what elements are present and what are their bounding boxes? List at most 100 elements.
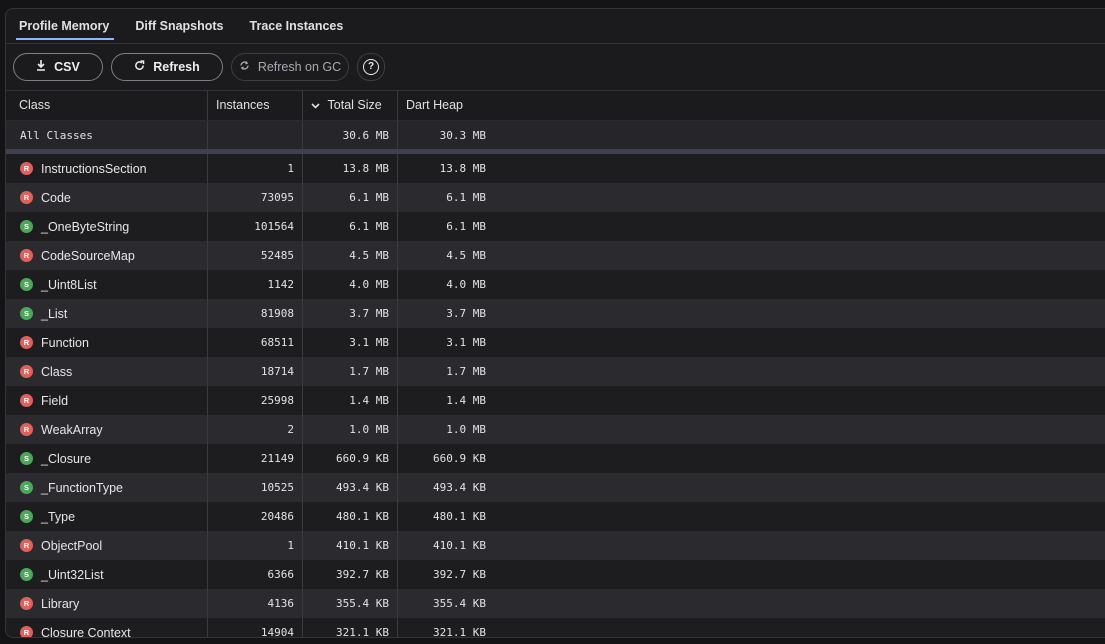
total-size-cell: 355.4 KB	[303, 589, 398, 618]
table-row[interactable]: R Code 73095 6.1 MB 6.1 MB	[6, 183, 1105, 212]
table-row[interactable]: S _OneByteString 101564 6.1 MB 6.1 MB	[6, 212, 1105, 241]
dart-heap-cell: 480.1 KB	[433, 510, 486, 523]
class-type-badge-icon: R	[20, 249, 33, 262]
class-type-badge-icon: R	[20, 191, 33, 204]
dart-heap-cell: 3.1 MB	[446, 336, 486, 349]
dart-heap-cell: 1.7 MB	[446, 365, 486, 378]
class-type-badge-icon: S	[20, 452, 33, 465]
class-type-badge-icon: S	[20, 307, 33, 320]
refresh-on-gc-label: Refresh on GC	[257, 60, 342, 74]
instances-cell: 20486	[208, 502, 303, 531]
instances-cell: 101564	[208, 212, 303, 241]
csv-button[interactable]: CSV	[13, 53, 103, 81]
class-cell: S _OneByteString	[6, 212, 208, 241]
table-row[interactable]: R Library 4136 355.4 KB 355.4 KB	[6, 589, 1105, 618]
csv-label: CSV	[54, 60, 80, 74]
class-cell: S _Uint32List	[6, 560, 208, 589]
tab-trace-instances[interactable]: Trace Instances	[237, 9, 357, 43]
refresh-button[interactable]: Refresh	[111, 53, 223, 81]
class-type-badge-icon: R	[20, 539, 33, 552]
help-icon: ?	[363, 59, 379, 75]
table-row[interactable]: R WeakArray 2 1.0 MB 1.0 MB	[6, 415, 1105, 444]
total-size-cell: 4.0 MB	[303, 270, 398, 299]
total-size-cell: 3.7 MB	[303, 299, 398, 328]
total-size-cell: 6.1 MB	[303, 212, 398, 241]
dart-heap-cell: 660.9 KB	[433, 452, 486, 465]
table-row[interactable]: R Function 68511 3.1 MB 3.1 MB	[6, 328, 1105, 357]
class-type-badge-icon: S	[20, 481, 33, 494]
class-rows: R InstructionsSection 1 13.8 MB 13.8 MB R Code…	[6, 154, 1105, 638]
dart-heap-cell: 3.7 MB	[446, 307, 486, 320]
refresh-on-gc-button[interactable]: Refresh on GC	[231, 53, 349, 81]
all-classes-row[interactable]: All Classes 30.6 MB 30.3 MB	[6, 121, 1105, 149]
dart-heap-cell: 6.1 MB	[446, 220, 486, 233]
table-row[interactable]: R InstructionsSection 1 13.8 MB 13.8 MB	[6, 154, 1105, 183]
instances-cell: 4136	[208, 589, 303, 618]
header-total-size[interactable]: Total Size	[303, 91, 398, 120]
class-name: Library	[41, 596, 80, 611]
table-row[interactable]: R Class 18714 1.7 MB 1.7 MB	[6, 357, 1105, 386]
dart-heap-cell: 6.1 MB	[446, 191, 486, 204]
class-type-badge-icon: R	[20, 162, 33, 175]
all-classes-dart-heap: 30.3 MB	[439, 128, 486, 142]
dart-heap-cell: 493.4 KB	[433, 481, 486, 494]
header-total-size-label: Total Size	[327, 98, 382, 112]
class-type-badge-icon: R	[20, 394, 33, 407]
class-name: _FunctionType	[41, 480, 123, 495]
class-type-badge-icon: S	[20, 510, 33, 523]
table-row[interactable]: S _FunctionType 10525 493.4 KB 493.4 KB	[6, 473, 1105, 502]
table-row[interactable]: S _Uint8List 1142 4.0 MB 4.0 MB	[6, 270, 1105, 299]
help-button[interactable]: ?	[357, 53, 385, 81]
class-cell: S _Closure	[6, 444, 208, 473]
class-type-badge-icon: S	[20, 220, 33, 233]
total-size-cell: 4.5 MB	[303, 241, 398, 270]
tab-profile-memory[interactable]: Profile Memory	[6, 9, 122, 43]
dart-heap-cell: 321.1 KB	[433, 626, 486, 638]
class-cell: S _Uint8List	[6, 270, 208, 299]
class-cell: S _FunctionType	[6, 473, 208, 502]
total-size-cell: 1.0 MB	[303, 415, 398, 444]
refresh-label: Refresh	[153, 60, 200, 74]
class-cell: R InstructionsSection	[6, 154, 208, 183]
instances-cell: 1	[208, 154, 303, 183]
table-row[interactable]: S _List 81908 3.7 MB 3.7 MB	[6, 299, 1105, 328]
instances-cell: 52485	[208, 241, 303, 270]
instances-cell: 10525	[208, 473, 303, 502]
table-row[interactable]: R ObjectPool 1 410.1 KB 410.1 KB	[6, 531, 1105, 560]
total-size-cell: 13.8 MB	[303, 154, 398, 183]
autorenew-icon	[239, 60, 250, 74]
table-row[interactable]: S _Closure 21149 660.9 KB 660.9 KB	[6, 444, 1105, 473]
dart-heap-cell: 13.8 MB	[439, 162, 486, 175]
class-type-badge-icon: R	[20, 423, 33, 436]
total-size-cell: 493.4 KB	[303, 473, 398, 502]
class-cell: R Function	[6, 328, 208, 357]
dart-heap-cell: 1.4 MB	[446, 394, 486, 407]
class-type-badge-icon: R	[20, 365, 33, 378]
instances-cell: 1142	[208, 270, 303, 299]
instances-cell: 68511	[208, 328, 303, 357]
total-size-cell: 6.1 MB	[303, 183, 398, 212]
table-row[interactable]: S _Uint32List 6366 392.7 KB 392.7 KB	[6, 560, 1105, 589]
table-row[interactable]: R Field 25998 1.4 MB 1.4 MB	[6, 386, 1105, 415]
class-name: _OneByteString	[41, 219, 130, 234]
header-dart-heap[interactable]: Dart Heap	[398, 91, 494, 120]
table-header: Class Instances Total Size Dart Heap	[6, 90, 1105, 121]
table-row[interactable]: R CodeSourceMap 52485 4.5 MB 4.5 MB	[6, 241, 1105, 270]
class-name: Field	[41, 393, 69, 408]
class-cell: S _List	[6, 299, 208, 328]
all-classes-label: All Classes	[6, 121, 208, 149]
class-type-badge-icon: S	[20, 278, 33, 291]
class-name: CodeSourceMap	[41, 248, 135, 263]
instances-cell: 73095	[208, 183, 303, 212]
header-class[interactable]: Class	[6, 91, 208, 120]
total-size-cell: 660.9 KB	[303, 444, 398, 473]
download-icon	[36, 60, 46, 74]
tab-diff-snapshots[interactable]: Diff Snapshots	[122, 9, 236, 43]
header-instances[interactable]: Instances	[208, 91, 303, 120]
total-size-cell: 392.7 KB	[303, 560, 398, 589]
dart-heap-cell: 1.0 MB	[446, 423, 486, 436]
total-size-cell: 480.1 KB	[303, 502, 398, 531]
table-row[interactable]: S _Type 20486 480.1 KB 480.1 KB	[6, 502, 1105, 531]
class-cell: R Class	[6, 357, 208, 386]
table-row[interactable]: R Closure Context 14904 321.1 KB 321.1 KB	[6, 618, 1105, 638]
